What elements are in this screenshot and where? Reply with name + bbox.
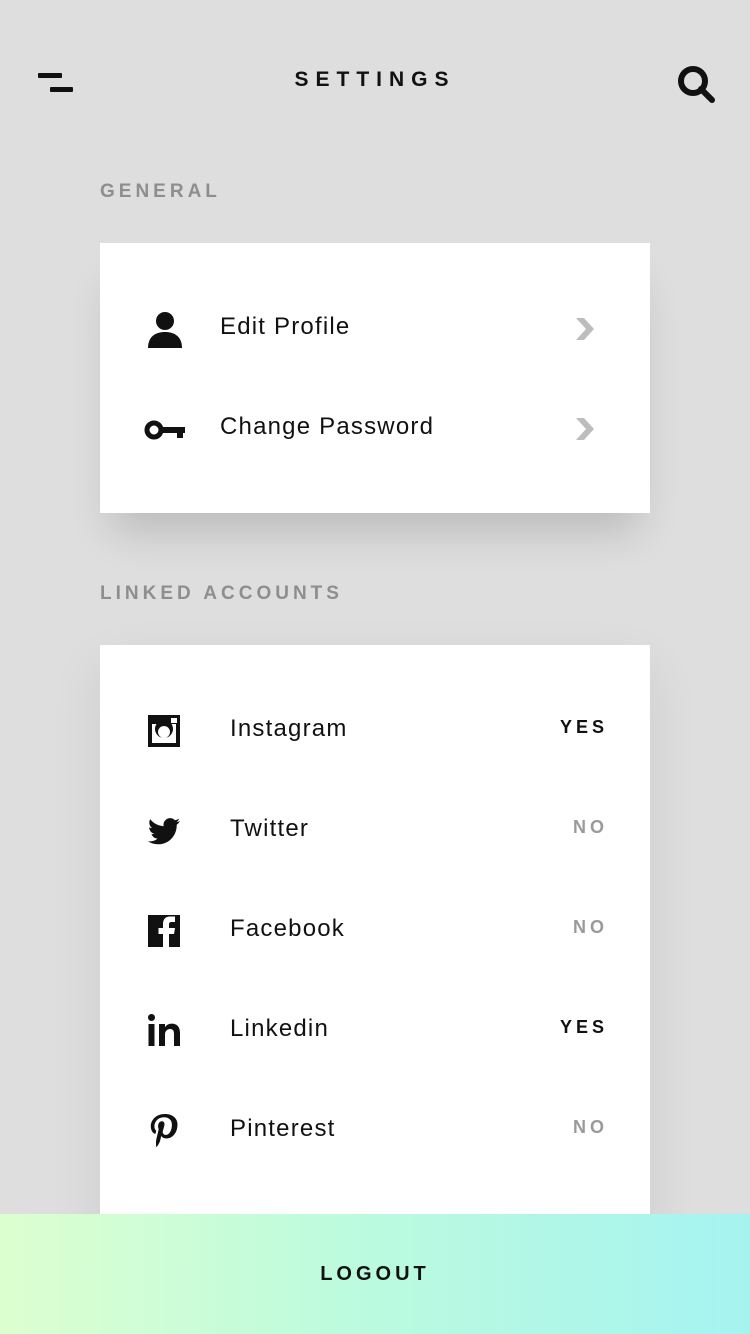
instagram-icon <box>148 715 180 747</box>
linkedin-row[interactable]: Linkedin YES <box>100 981 650 1081</box>
pinterest-icon <box>150 1114 178 1147</box>
key-icon <box>144 420 185 440</box>
linked-accounts-card: Instagram YES Twitter NO Facebook NO Lin… <box>100 645 650 1265</box>
search-icon[interactable] <box>676 64 716 104</box>
instagram-row[interactable]: Instagram YES <box>100 681 650 781</box>
facebook-label: Facebook <box>230 915 345 942</box>
general-section-heading: GENERAL <box>100 181 221 202</box>
twitter-status: NO <box>573 817 608 837</box>
linked-accounts-section-heading: LINKED ACCOUNTS <box>100 583 343 604</box>
pinterest-label: Pinterest <box>230 1115 336 1142</box>
edit-profile-label: Edit Profile <box>220 313 351 340</box>
chevron-right-icon <box>576 318 594 340</box>
facebook-row[interactable]: Facebook NO <box>100 881 650 981</box>
instagram-label: Instagram <box>230 715 348 742</box>
facebook-status: NO <box>573 917 608 937</box>
instagram-status: YES <box>559 717 608 737</box>
linkedin-icon <box>148 1014 180 1046</box>
chevron-right-icon <box>576 418 594 440</box>
page-title: SETTINGS <box>294 68 456 91</box>
twitter-row[interactable]: Twitter NO <box>100 781 650 881</box>
twitter-icon <box>147 818 180 845</box>
linkedin-status: YES <box>559 1017 608 1037</box>
pinterest-status: NO <box>573 1117 608 1137</box>
pinterest-row[interactable]: Pinterest NO <box>100 1081 650 1181</box>
edit-profile-row[interactable]: Edit Profile <box>100 279 650 379</box>
general-card: Edit Profile Change Password <box>100 243 650 513</box>
change-password-label: Change Password <box>220 413 435 440</box>
change-password-row[interactable]: Change Password <box>100 379 650 479</box>
logout-button[interactable]: LOGOUT <box>0 1214 750 1334</box>
logout-label: LOGOUT <box>320 1262 430 1285</box>
linkedin-label: Linkedin <box>230 1015 330 1042</box>
top-bar: SETTINGS <box>0 0 750 165</box>
twitter-label: Twitter <box>230 815 310 842</box>
facebook-icon <box>148 915 180 947</box>
person-icon <box>148 312 182 348</box>
